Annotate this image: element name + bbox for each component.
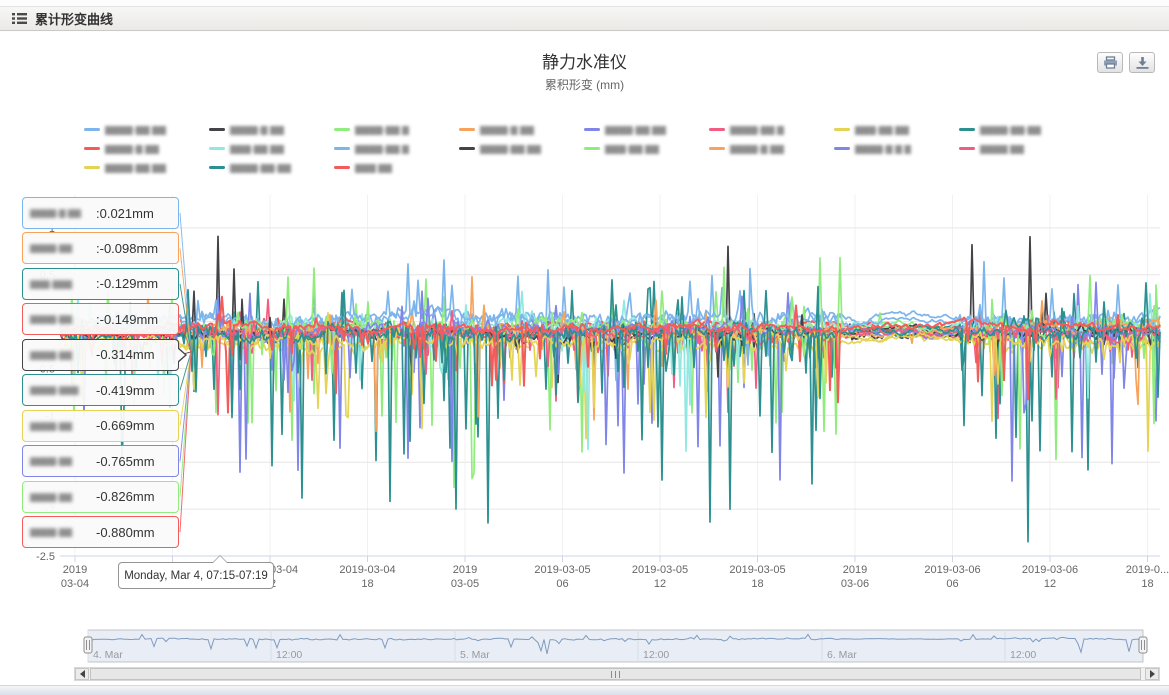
tooltip-value: -0.669mm bbox=[96, 418, 155, 433]
series-tooltip: ▇▇▇▇-▇▇ -0.765mm bbox=[22, 445, 179, 477]
tooltip-value: -0.880mm bbox=[96, 525, 155, 540]
series-tooltip: ▇▇▇-▇▇▇:-0.129mm bbox=[22, 268, 179, 300]
series-tooltip: ▇▇▇▇-▇▇ -0.669mm bbox=[22, 410, 179, 442]
scrollbar-right-button[interactable] bbox=[1145, 668, 1159, 680]
tooltip-value: -0.765mm bbox=[96, 454, 155, 469]
tooltip-value: :-0.149mm bbox=[96, 312, 158, 327]
tooltip-date: Monday, Mar 4, 07:15-07:19 bbox=[118, 562, 274, 589]
tooltip-value: -0.826mm bbox=[96, 489, 155, 504]
footer-strip bbox=[0, 686, 1169, 695]
tooltip-value: :-0.129mm bbox=[96, 276, 158, 291]
scrollbar-left-arrow-icon bbox=[76, 670, 85, 678]
svg-text:201903-06: 201903-06 bbox=[841, 564, 869, 590]
series-tooltip: ▇▇▇▇-▇▇:-0.098mm bbox=[22, 232, 179, 264]
tooltip-series-name-redacted: ▇▇▇▇-▇▇ bbox=[30, 350, 96, 360]
monitoring-dashboard: 累计形变曲线 静力水准仪 累积形变 (mm) ▇▇ bbox=[0, 0, 1169, 695]
tooltip-series-name-redacted: ▇▇▇-▇▇▇ bbox=[30, 279, 96, 289]
scrollbar-thumb[interactable] bbox=[90, 668, 1141, 680]
svg-text:-2.5: -2.5 bbox=[36, 551, 55, 563]
scrollbar-track[interactable] bbox=[74, 667, 1160, 681]
svg-text:2019-03-0418: 2019-03-0418 bbox=[339, 564, 395, 590]
scrollbar-grip-icon bbox=[611, 671, 621, 678]
svg-text:2019-03-0512: 2019-03-0512 bbox=[632, 564, 688, 590]
series-tooltip: ▇▇▇▇-▇▇ -0.880mm bbox=[22, 516, 179, 548]
tooltip-value: -0.314mm bbox=[96, 347, 155, 362]
tooltip-series-name-redacted: ▇▇▇▇-▇ ▇▇ bbox=[30, 208, 96, 218]
tooltip-value: :0.021mm bbox=[96, 206, 154, 221]
svg-text:201903-05: 201903-05 bbox=[451, 564, 479, 590]
series-tooltip: ▇▇▇▇-▇▇ -0.826mm bbox=[22, 481, 179, 513]
tooltip-series-name-redacted: ▇▇▇▇-▇▇ bbox=[30, 421, 96, 431]
svg-text:2019-03-0606: 2019-03-0606 bbox=[924, 564, 980, 590]
scrollbar-left-button[interactable] bbox=[75, 668, 89, 680]
tooltip-series-name-redacted: ▇▇▇▇-▇▇ bbox=[30, 492, 96, 502]
svg-text:201903-04: 201903-04 bbox=[61, 564, 89, 590]
series-tooltip: ▇▇▇▇-▇ ▇▇:0.021mm bbox=[22, 197, 179, 229]
svg-text:2019-0...18: 2019-0...18 bbox=[1126, 564, 1169, 590]
series-tooltip: ▇▇▇▇-▇▇▇ -0.419mm bbox=[22, 374, 179, 406]
svg-text:2019-03-0518: 2019-03-0518 bbox=[729, 564, 785, 590]
tooltip-value: :-0.098mm bbox=[96, 241, 158, 256]
series-tooltip: ▇▇▇▇-▇▇ -0.314mm bbox=[22, 339, 179, 371]
tooltip-value: -0.419mm bbox=[96, 383, 155, 398]
tooltip-series-name-redacted: ▇▇▇▇-▇▇ bbox=[30, 456, 96, 466]
series-tooltip: ▇▇▇▇-▇▇:-0.149mm bbox=[22, 303, 179, 335]
scrollbar-right-arrow-icon bbox=[1150, 670, 1159, 678]
svg-text:2019-03-0612: 2019-03-0612 bbox=[1022, 564, 1078, 590]
tooltip-series-name-redacted: ▇▇▇▇-▇▇ bbox=[30, 314, 96, 324]
tooltip-series-name-redacted: ▇▇▇▇-▇▇▇ bbox=[30, 385, 96, 395]
tooltip-series-name-redacted: ▇▇▇▇-▇▇ bbox=[30, 527, 96, 537]
tooltip-series-name-redacted: ▇▇▇▇-▇▇ bbox=[30, 243, 96, 253]
svg-text:2019-03-0506: 2019-03-0506 bbox=[534, 564, 590, 590]
